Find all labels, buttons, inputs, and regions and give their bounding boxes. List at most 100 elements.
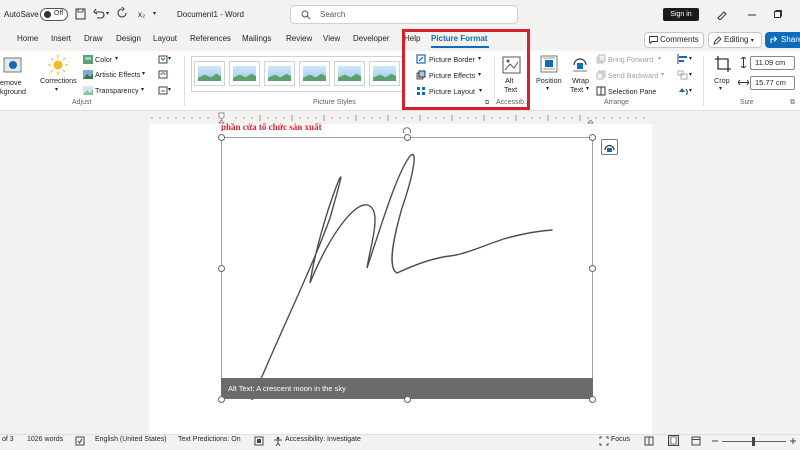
minimize-icon[interactable]: [748, 14, 756, 16]
remove-background-label-1[interactable]: emove: [0, 78, 22, 87]
bring-forward-button[interactable]: Bring Forward: [608, 55, 653, 64]
send-backward-dropdown-icon[interactable]: ▾: [661, 71, 664, 78]
zoom-in-icon[interactable]: [789, 437, 797, 445]
tab-review[interactable]: Review: [286, 34, 312, 43]
bring-forward-dropdown-icon[interactable]: ▾: [658, 55, 661, 62]
height-field[interactable]: 11.09 cm: [750, 56, 795, 70]
compress-pictures-icon[interactable]: [158, 55, 168, 64]
artistic-effects-button[interactable]: Artistic Effects: [95, 70, 140, 79]
reset-picture-icon[interactable]: [158, 86, 168, 95]
tab-layout[interactable]: Layout: [153, 34, 177, 43]
group-objects-icon[interactable]: [677, 70, 688, 80]
share-icon: [770, 36, 778, 43]
picture-style-6[interactable]: [369, 61, 400, 86]
resize-handle-top[interactable]: [404, 134, 411, 141]
resize-handle-bottom-left[interactable]: [218, 396, 225, 403]
tab-insert[interactable]: Insert: [51, 34, 71, 43]
reset-dropdown-icon[interactable]: ▾: [168, 86, 171, 93]
rotate-handle-icon[interactable]: [402, 127, 412, 135]
share-button[interactable]: Share: [765, 32, 800, 48]
undo-dropdown-icon[interactable]: ▾: [106, 10, 109, 17]
tab-design[interactable]: Design: [116, 34, 141, 43]
wrap-text-label-2[interactable]: Text: [570, 85, 583, 94]
picture-style-1[interactable]: [194, 61, 225, 86]
tab-mailings[interactable]: Mailings: [242, 34, 271, 43]
corrections-dropdown-icon[interactable]: ▾: [55, 86, 58, 93]
width-field[interactable]: 15.77 cm: [750, 76, 795, 90]
search-box[interactable]: Search: [290, 5, 518, 24]
picture-style-3[interactable]: [264, 61, 295, 86]
wrap-text-label-1[interactable]: Wrap: [572, 76, 589, 85]
autosave-toggle[interactable]: Off: [40, 8, 68, 21]
layout-options-button[interactable]: [601, 139, 618, 155]
page-count[interactable]: of 3: [2, 436, 14, 443]
language-status[interactable]: English (United States): [95, 436, 167, 443]
align-dropdown-icon[interactable]: ▾: [689, 55, 692, 62]
resize-handle-left[interactable]: [218, 265, 225, 272]
picture-style-5[interactable]: [334, 61, 365, 86]
comments-button[interactable]: Comments: [644, 32, 704, 48]
transparency-button[interactable]: Transparency: [95, 86, 139, 95]
zoom-slider-thumb[interactable]: [752, 437, 755, 446]
crop-dropdown-icon[interactable]: ▾: [719, 85, 722, 92]
compress-dropdown-icon[interactable]: ▾: [168, 55, 171, 62]
picture-style-4[interactable]: [299, 61, 330, 86]
align-icon[interactable]: [677, 54, 688, 64]
zoom-out-icon[interactable]: [711, 437, 719, 445]
tab-draw[interactable]: Draw: [84, 34, 103, 43]
transparency-dropdown-icon[interactable]: ▾: [141, 86, 144, 93]
picture-style-2[interactable]: [229, 61, 260, 86]
change-picture-icon[interactable]: [158, 70, 168, 79]
position-dropdown-icon[interactable]: ▾: [546, 85, 549, 92]
position-label[interactable]: Position: [536, 76, 562, 85]
customize-toolbar-icon[interactable]: ▾: [153, 10, 156, 17]
word-count[interactable]: 1026 words: [27, 436, 63, 443]
resize-handle-bottom[interactable]: [404, 396, 411, 403]
focus-button[interactable]: Focus: [611, 436, 630, 443]
macro-recording-icon[interactable]: [254, 436, 264, 446]
group-dropdown-icon[interactable]: ▾: [689, 71, 692, 78]
undo-icon[interactable]: [93, 8, 105, 20]
selected-picture[interactable]: [221, 137, 593, 401]
crop-label[interactable]: Crop: [714, 76, 730, 85]
crop-icon[interactable]: [714, 55, 732, 73]
designer-pen-icon[interactable]: [716, 9, 727, 20]
tab-view[interactable]: View: [323, 34, 340, 43]
tab-home[interactable]: Home: [17, 34, 38, 43]
resize-handle-top-left[interactable]: [218, 134, 225, 141]
text-predictions-status[interactable]: Text Predictions: On: [178, 436, 241, 443]
proofing-icon[interactable]: [75, 436, 85, 446]
restore-icon[interactable]: [774, 10, 782, 18]
resize-handle-top-right[interactable]: [589, 134, 596, 141]
selection-pane-button[interactable]: Selection Pane: [608, 87, 656, 96]
read-mode-icon[interactable]: [644, 436, 654, 446]
web-layout-icon[interactable]: [691, 436, 701, 446]
editing-dropdown-icon: ▾: [750, 38, 754, 44]
corrections-label[interactable]: Corrections: [40, 76, 77, 85]
editing-button[interactable]: Editing ▾: [708, 32, 762, 48]
color-dropdown-icon[interactable]: ▾: [115, 55, 118, 62]
color-button[interactable]: Color: [95, 55, 112, 64]
remove-background-label-2[interactable]: kground: [0, 87, 26, 96]
accessibility-icon: [274, 436, 282, 446]
rotate-dropdown-icon[interactable]: ▾: [689, 87, 692, 94]
wrap-text-dropdown-icon[interactable]: ▾: [586, 85, 589, 92]
tab-developer[interactable]: Developer: [353, 34, 389, 43]
artistic-effects-dropdown-icon[interactable]: ▾: [142, 70, 145, 77]
print-layout-icon[interactable]: [668, 435, 679, 446]
subscript-button[interactable]: x₂: [138, 10, 145, 19]
position-icon[interactable]: [540, 55, 558, 73]
sign-in-button[interactable]: Sign in: [663, 8, 699, 21]
corrections-sun-icon[interactable]: [48, 55, 68, 75]
remove-background-icon[interactable]: [3, 56, 23, 74]
accessibility-status[interactable]: Accessibility: Investigate: [285, 436, 361, 443]
resize-handle-bottom-right[interactable]: [589, 396, 596, 403]
size-launcher-icon[interactable]: ⧉: [790, 99, 795, 107]
tab-references[interactable]: References: [190, 34, 231, 43]
rotate-icon[interactable]: [677, 86, 688, 96]
send-backward-button[interactable]: Send Backward: [608, 71, 658, 80]
redo-icon[interactable]: [116, 7, 128, 20]
save-icon[interactable]: [75, 8, 86, 20]
resize-handle-right[interactable]: [589, 265, 596, 272]
wrap-text-icon[interactable]: [571, 55, 589, 73]
